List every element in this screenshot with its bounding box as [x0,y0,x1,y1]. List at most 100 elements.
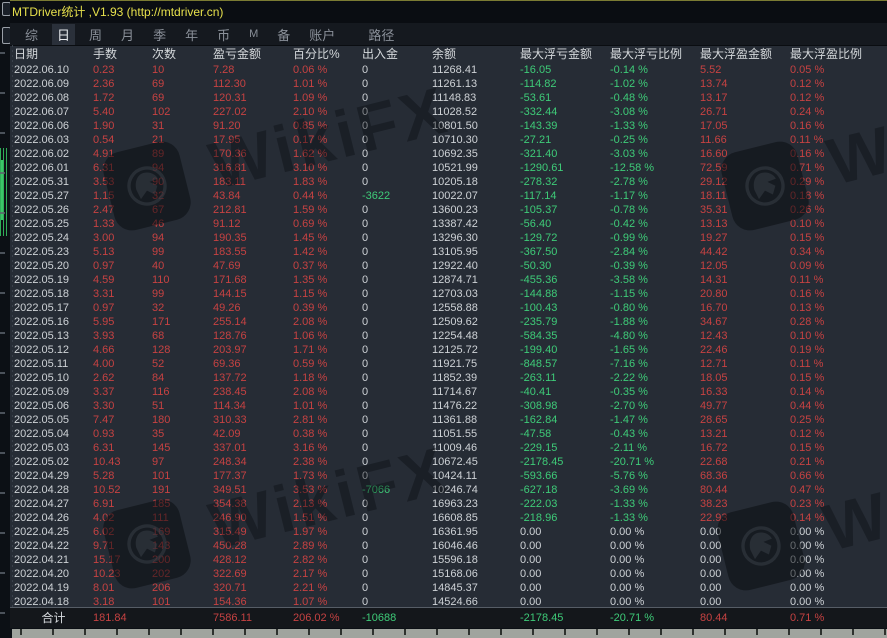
menu-item-周[interactable]: 周 [84,24,107,45]
table-row[interactable]: 2022.05.313.5390183.111.83 %010205.18-27… [10,175,887,189]
table-cell: -2178.45 [520,455,610,469]
table-cell: 0.47 % [790,483,887,497]
table-row[interactable]: 2022.05.093.37116238.452.08 %011714.67-4… [10,385,887,399]
table-row[interactable]: 2022.06.030.542117.950.17 %010710.30-27.… [10,133,887,147]
table-cell: 0.10 % [790,217,887,231]
menu-item-月[interactable]: 月 [116,24,139,45]
menu-item-账户[interactable]: 账户 [304,24,340,45]
table-header-row: 日期手数次数盈亏金额百分比%出入金余额最大浮亏金额最大浮亏比例最大浮盈金额最大浮… [10,45,887,63]
table-row[interactable]: 2022.06.016.3194316.813.10 %010521.99-12… [10,161,887,175]
table-row[interactable]: 2022.05.040.933542.090.38 %011051.55-47.… [10,427,887,441]
menu-item-路径[interactable]: 路径 [363,24,399,45]
table-row[interactable]: 2022.05.057.47180310.332.81 %011361.88-1… [10,413,887,427]
table-row[interactable]: 2022.05.133.9368128.761.06 %012254.48-58… [10,329,887,343]
table-cell: 8.01 [93,581,152,595]
footer-cell: 80.44 [700,608,790,628]
table-cell: 0 [362,413,432,427]
table-row[interactable]: 2022.06.061.903191.200.85 %010801.50-143… [10,119,887,133]
table-cell: 10.23 [93,567,152,581]
table-cell: 0.09 % [790,259,887,273]
table-row[interactable]: 2022.05.262.4767212.811.59 %013600.23-10… [10,203,887,217]
table-cell: 44.42 [700,245,790,259]
table-row[interactable]: 2022.06.075.40102227.022.10 %011028.52-3… [10,105,887,119]
table-row[interactable]: 2022.04.198.01206320.712.21 %014845.370.… [10,581,887,595]
menu-item-季[interactable]: 季 [148,24,171,45]
table-row[interactable]: 2022.04.2115.17200428.122.82 %015596.180… [10,553,887,567]
table-row[interactable]: 2022.05.251.334691.120.69 %013387.42-56.… [10,217,887,231]
header-cell-9: 最大浮盈金额 [700,45,790,63]
menu-item-M[interactable]: M [244,27,263,41]
table-row[interactable]: 2022.05.170.973249.260.39 %012558.88-100… [10,301,887,315]
table-row[interactable]: 2022.05.235.1399183.551.42 %013105.95-36… [10,245,887,259]
table-cell: 2022.05.23 [14,245,93,259]
table-cell: -0.80 % [610,301,700,315]
table-row[interactable]: 2022.05.165.95171255.142.08 %012509.62-2… [10,315,887,329]
table-row[interactable]: 2022.05.0210.4397248.342.38 %010672.45-2… [10,455,887,469]
table-row[interactable]: 2022.05.243.0094190.351.45 %013296.30-12… [10,231,887,245]
table-row[interactable]: 2022.06.024.9189170.361.62 %010692.35-32… [10,147,887,161]
menu-item-币[interactable]: 币 [212,24,235,45]
table-cell: 89 [152,147,213,161]
table-cell: 0.00 [700,553,790,567]
table-row[interactable]: 2022.06.081.7269120.311.09 %011148.83-53… [10,91,887,105]
table-cell: 0.26 % [790,203,887,217]
table-row[interactable]: 2022.05.183.3199144.151.15 %012703.03-14… [10,287,887,301]
table-row[interactable]: 2022.05.063.3051114.341.01 %011476.22-30… [10,399,887,413]
table-cell: -1.33 % [610,119,700,133]
table-cell: 0.97 [93,301,152,315]
table-cell: 1.90 [93,119,152,133]
table-row[interactable]: 2022.05.124.66128203.971.71 %012125.72-1… [10,343,887,357]
table-cell: 67 [152,203,213,217]
table-cell: 22.93 [700,511,790,525]
table-cell: 0 [362,147,432,161]
table-row[interactable]: 2022.05.200.974047.690.37 %012922.40-50.… [10,259,887,273]
table-cell: 12.05 [700,259,790,273]
table-cell: 111 [152,511,213,525]
table-cell: 0 [362,357,432,371]
table-cell: 0.59 % [293,357,362,371]
table-row[interactable]: 2022.05.194.59110171.681.35 %012874.71-4… [10,273,887,287]
table-cell: -229.15 [520,441,610,455]
title-bar[interactable]: MTDriver统计 ,V1.93 (http://mtdriver.cn) [10,1,887,23]
table-cell: 84 [152,371,213,385]
table-row[interactable]: 2022.04.2010.23202322.692.17 %015168.060… [10,567,887,581]
table-cell: 12703.03 [432,287,520,301]
table-row[interactable]: 2022.04.2810.52191349.513.53 %-706610246… [10,483,887,497]
table-cell: 1.09 % [293,91,362,105]
table-row[interactable]: 2022.04.256.02169315.491.97 %016361.950.… [10,525,887,539]
menu-item-备[interactable]: 备 [272,24,295,45]
table-cell: 0.12 % [790,427,887,441]
table-cell: 2022.04.28 [14,483,93,497]
table-cell: 190.35 [213,231,293,245]
table-cell: -50.30 [520,259,610,273]
table-row[interactable]: 2022.04.229.71143450.282.89 %016046.460.… [10,539,887,553]
table-cell: 2.08 % [293,385,362,399]
table-footer-row: 合计181.847586.11206.02 %-10688-2178.45-20… [10,607,887,628]
header-cell-3: 盈亏金额 [213,45,293,63]
menu-item-日[interactable]: 日 [52,24,75,45]
menu-item-综[interactable]: 综 [20,24,43,45]
table-cell: 2022.05.05 [14,413,93,427]
table-cell: 0.10 % [790,329,887,343]
table-row[interactable]: 2022.05.036.31145337.013.16 %011009.46-2… [10,441,887,455]
menu-item-年[interactable]: 年 [180,24,203,45]
table-cell: -1.17 % [610,189,700,203]
table-cell: 90 [152,175,213,189]
table-row[interactable]: 2022.06.100.23107.280.06 %011268.41-16.0… [10,63,887,77]
header-cell-10: 最大浮盈比例 [790,45,887,63]
table-row[interactable]: 2022.05.102.6284137.721.18 %011852.39-26… [10,371,887,385]
table-cell: 16361.95 [432,525,520,539]
table-cell: 21 [152,133,213,147]
table-row[interactable]: 2022.04.264.02111246.901.51 %016608.85-2… [10,511,887,525]
table-cell: -27.21 [520,133,610,147]
table-row[interactable]: 2022.05.114.005269.360.59 %011921.75-848… [10,357,887,371]
table-cell: 99 [152,287,213,301]
table-cell: 0.00 % [610,581,700,595]
table-row[interactable]: 2022.04.276.91185354.382.13 %016963.23-2… [10,497,887,511]
table-row[interactable]: 2022.04.295.28101177.371.73 %010424.11-5… [10,469,887,483]
table-row[interactable]: 2022.06.092.3669112.301.01 %011261.13-11… [10,77,887,91]
table-cell: 0 [362,497,432,511]
table-cell: 11476.22 [432,399,520,413]
table-cell: 69.36 [213,357,293,371]
table-row[interactable]: 2022.05.271.153243.840.44 %-362210022.07… [10,189,887,203]
